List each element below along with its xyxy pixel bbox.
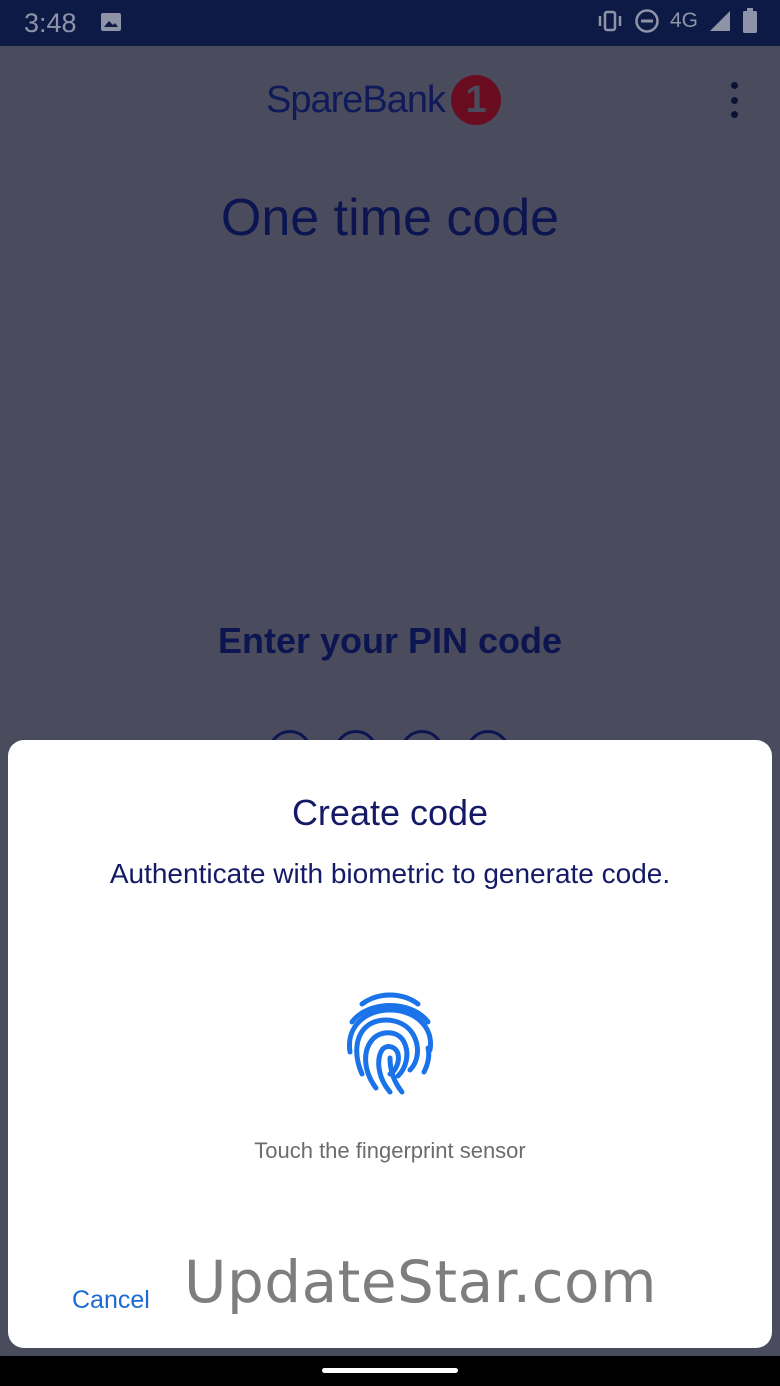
vibrate-icon bbox=[598, 10, 622, 32]
sparebank-logo: SpareBank 1 bbox=[266, 72, 502, 128]
logo-text: SpareBank bbox=[266, 78, 446, 121]
status-bar: 3:48 4G bbox=[0, 0, 780, 46]
image-icon bbox=[101, 13, 121, 31]
logo-badge: 1 bbox=[451, 75, 502, 125]
battery-icon bbox=[743, 8, 757, 33]
home-handle[interactable] bbox=[322, 1368, 458, 1373]
signal-icon bbox=[710, 11, 730, 31]
do-not-disturb-icon bbox=[635, 9, 659, 33]
pin-prompt: Enter your PIN code bbox=[217, 620, 563, 661]
status-icons: 4G bbox=[596, 8, 758, 34]
network-type: 4G bbox=[669, 9, 698, 32]
cancel-button[interactable]: Cancel bbox=[72, 1286, 150, 1315]
fingerprint-icon[interactable] bbox=[340, 990, 440, 1096]
dialog-description: Authenticate with biometric to generate … bbox=[109, 858, 671, 889]
status-time: 3:48 bbox=[24, 8, 77, 38]
dialog-title: Create code bbox=[291, 792, 489, 833]
more-vert-icon[interactable] bbox=[724, 82, 744, 118]
sensor-hint: Touch the fingerprint sensor bbox=[254, 1138, 526, 1163]
watermark: UpdateStar.com bbox=[184, 1248, 657, 1316]
page-title: One time code bbox=[220, 189, 560, 247]
navigation-bar bbox=[0, 1356, 780, 1386]
